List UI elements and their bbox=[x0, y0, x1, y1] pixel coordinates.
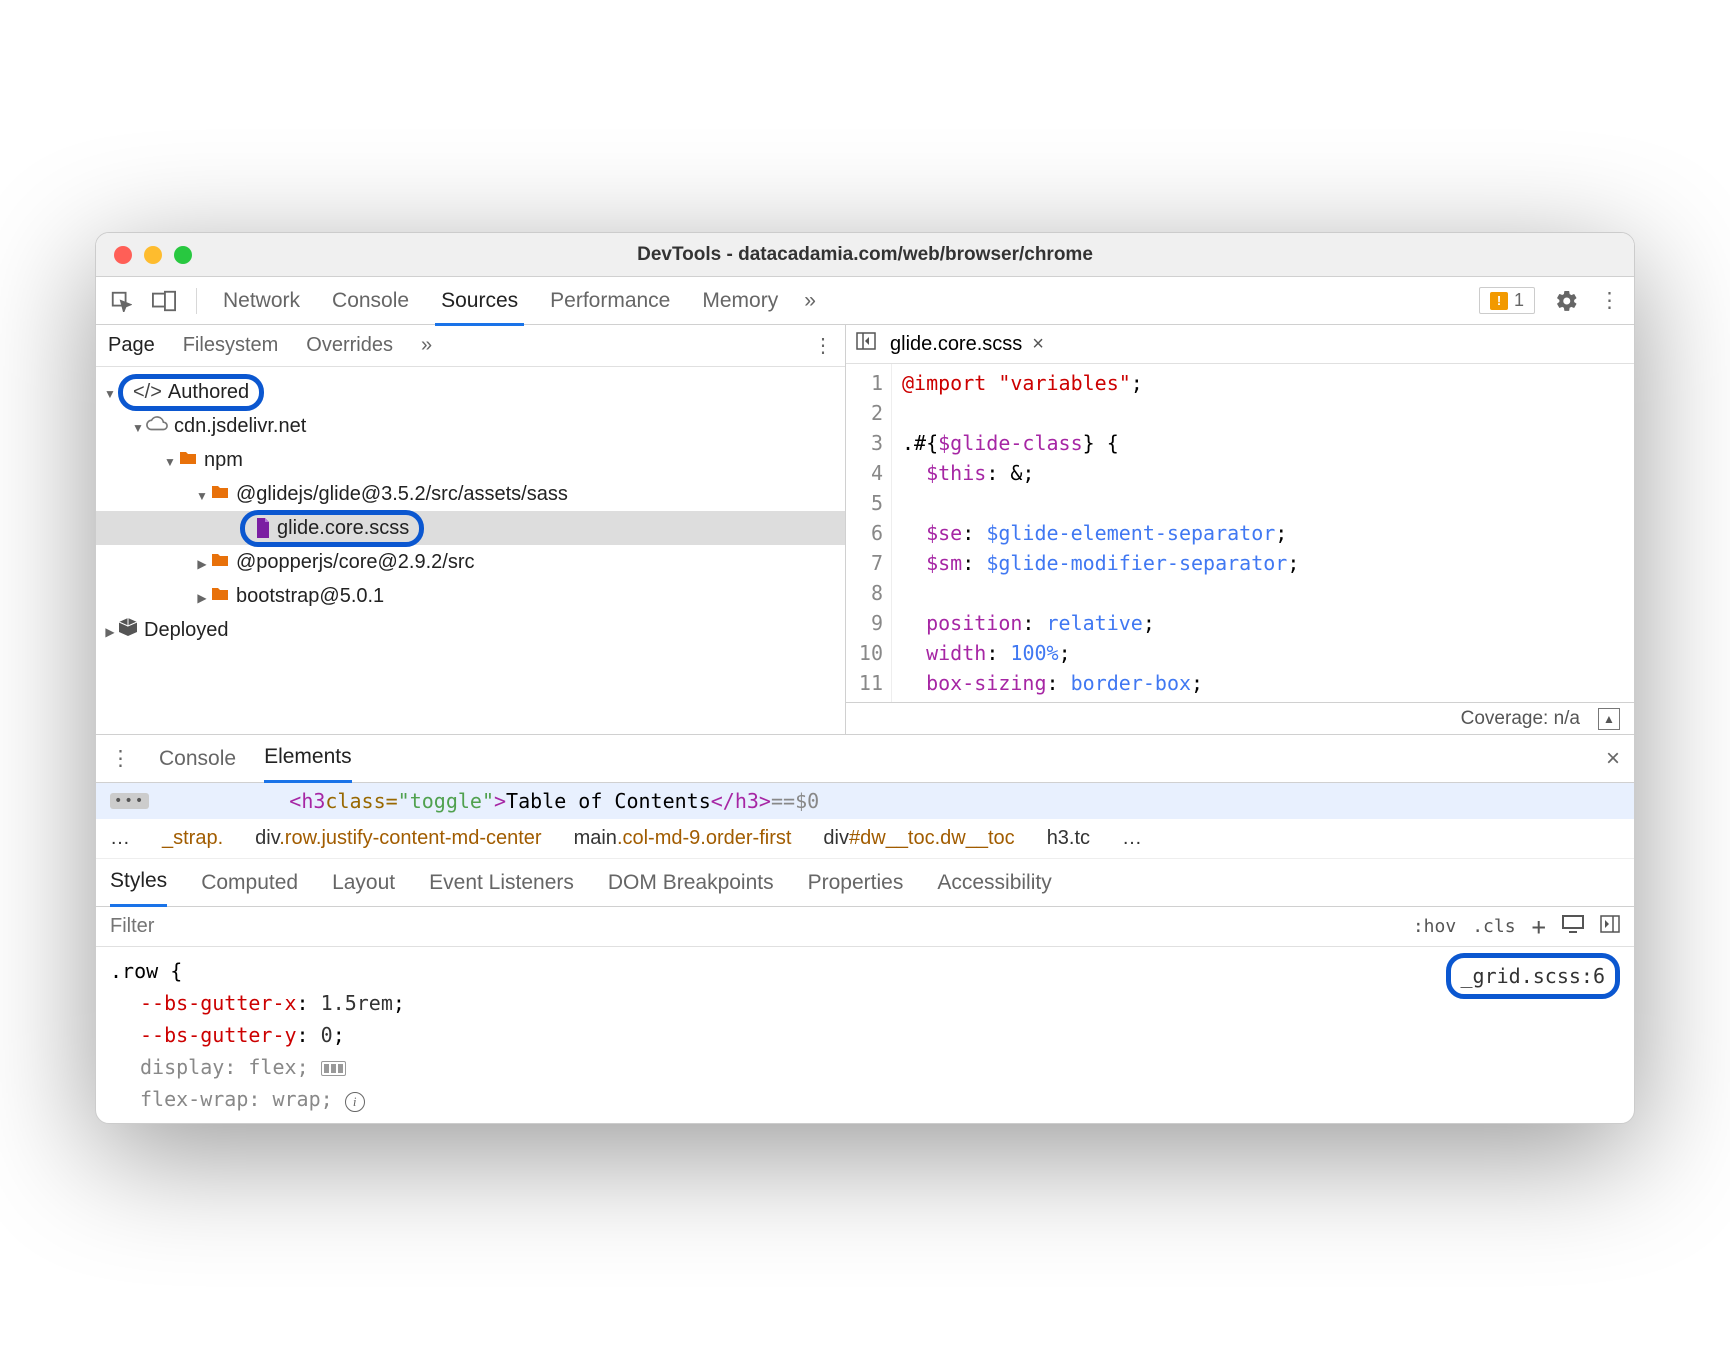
tree-bootstrap[interactable]: bootstrap@5.0.1 bbox=[96, 579, 845, 613]
tree-glide-path[interactable]: @glidejs/glide@3.5.2/src/assets/sass bbox=[96, 477, 845, 511]
styles-tab-properties[interactable]: Properties bbox=[808, 871, 904, 895]
crumb-strap[interactable]: _strap. bbox=[162, 827, 223, 850]
tab-performance[interactable]: Performance bbox=[544, 285, 676, 317]
crumb-toc[interactable]: div#dw__toc.dw__toc bbox=[823, 827, 1014, 850]
folder-icon bbox=[210, 585, 230, 608]
styles-tab-eventlisteners[interactable]: Event Listeners bbox=[429, 871, 574, 895]
line-gutter: 1234567891011 bbox=[846, 364, 892, 702]
style-rule[interactable]: _grid.scss:6 .row { --bs-gutter-x: 1.5re… bbox=[96, 947, 1634, 1123]
show-debugger-icon[interactable]: ▲ bbox=[1598, 708, 1620, 730]
cloud-icon bbox=[146, 415, 168, 438]
crumb-more-right[interactable]: … bbox=[1122, 827, 1142, 850]
styles-filter-input[interactable] bbox=[110, 915, 1397, 938]
tab-network[interactable]: Network bbox=[217, 285, 306, 317]
cls-toggle[interactable]: .cls bbox=[1472, 916, 1515, 937]
styles-tab-computed[interactable]: Computed bbox=[201, 871, 298, 895]
tree-npm[interactable]: npm bbox=[96, 443, 845, 477]
authored-label: Authored bbox=[168, 381, 249, 404]
crumb-more-left[interactable]: … bbox=[110, 827, 130, 850]
tree-glide-file[interactable]: glide.core.scss bbox=[96, 511, 845, 545]
dom-ellipsis-icon[interactable]: ••• bbox=[110, 793, 149, 809]
devtools-window: DevTools - datacadamia.com/web/browser/c… bbox=[95, 232, 1635, 1124]
coverage-bar: Coverage: n/a ▲ bbox=[846, 702, 1634, 734]
rule-selector: .row { bbox=[110, 955, 1620, 987]
folder-icon bbox=[210, 551, 230, 574]
drawer-tab-console[interactable]: Console bbox=[159, 747, 236, 771]
styles-tabs: Styles Computed Layout Event Listeners D… bbox=[96, 859, 1634, 907]
toggle-sidebar-icon[interactable] bbox=[1600, 915, 1620, 938]
close-tab-icon[interactable]: × bbox=[1032, 333, 1044, 356]
navigator-tabs: Page Filesystem Overrides » ⋮ bbox=[96, 325, 845, 367]
separator bbox=[196, 288, 197, 314]
subtab-page[interactable]: Page bbox=[108, 334, 155, 357]
styles-tab-dombreakpoints[interactable]: DOM Breakpoints bbox=[608, 871, 774, 895]
warning-icon: ! bbox=[1490, 292, 1508, 310]
warnings-badge[interactable]: ! 1 bbox=[1479, 287, 1535, 314]
more-tabs-icon[interactable]: » bbox=[804, 289, 816, 313]
chevron-right-icon bbox=[194, 585, 210, 608]
styles-tab-styles[interactable]: Styles bbox=[110, 869, 167, 907]
tree-host[interactable]: cdn.jsdelivr.net bbox=[96, 409, 845, 443]
editor-tabs: glide.core.scss × bbox=[846, 325, 1634, 364]
coverage-label: Coverage: n/a bbox=[1461, 708, 1580, 730]
chevron-down-icon bbox=[130, 415, 146, 438]
drawer-menu-icon[interactable]: ⋮ bbox=[110, 746, 131, 771]
breadcrumb: … _strap. div.row.justify-content-md-cen… bbox=[96, 819, 1634, 859]
chevron-down-icon bbox=[102, 381, 118, 404]
new-style-rule-icon[interactable]: + bbox=[1532, 913, 1546, 941]
close-drawer-icon[interactable]: × bbox=[1606, 745, 1620, 773]
sources-navigator: Page Filesystem Overrides » ⋮ </> Author… bbox=[96, 325, 846, 734]
flex-editor-icon[interactable] bbox=[321, 1061, 346, 1076]
crumb-row[interactable]: div.row.justify-content-md-center bbox=[255, 827, 541, 850]
subtab-overrides[interactable]: Overrides bbox=[306, 334, 393, 357]
drawer-tab-elements[interactable]: Elements bbox=[264, 745, 352, 783]
more-subtabs-icon[interactable]: » bbox=[421, 334, 432, 357]
drawer-tabs: ⋮ Console Elements × bbox=[96, 735, 1634, 783]
subtab-filesystem[interactable]: Filesystem bbox=[183, 334, 279, 357]
dom-selected-node[interactable]: ••• <h3 class="toggle">Table of Contents… bbox=[96, 783, 1634, 819]
settings-icon[interactable] bbox=[1555, 289, 1579, 313]
kebab-menu-icon[interactable]: ⋮ bbox=[1599, 288, 1620, 313]
source-editor: glide.core.scss × 1234567891011 @import … bbox=[846, 325, 1634, 734]
computed-styles-icon[interactable] bbox=[1562, 915, 1584, 938]
code-body[interactable]: @import "variables"; .#{$glide-class} { … bbox=[892, 364, 1309, 702]
tree-popper[interactable]: @popperjs/core@2.9.2/src bbox=[96, 545, 845, 579]
tree-deployed[interactable]: Deployed bbox=[96, 613, 845, 647]
tab-sources[interactable]: Sources bbox=[435, 285, 524, 326]
folder-icon bbox=[210, 483, 230, 506]
inspect-icon[interactable] bbox=[110, 290, 132, 312]
styles-tab-accessibility[interactable]: Accessibility bbox=[937, 871, 1051, 895]
navigator-menu-icon[interactable]: ⋮ bbox=[813, 333, 833, 358]
crumb-main[interactable]: main.col-md-9.order-first bbox=[574, 827, 792, 850]
rule-source-link[interactable]: _grid.scss:6 bbox=[1446, 953, 1621, 999]
editor-tab-glide[interactable]: glide.core.scss × bbox=[890, 333, 1044, 356]
chevron-down-icon bbox=[194, 483, 210, 506]
device-toggle-icon[interactable] bbox=[152, 290, 176, 312]
toggle-navigator-icon[interactable] bbox=[856, 332, 876, 356]
tree-authored[interactable]: </> Authored bbox=[96, 375, 845, 409]
titlebar: DevTools - datacadamia.com/web/browser/c… bbox=[96, 233, 1634, 277]
info-icon[interactable]: i bbox=[345, 1092, 365, 1112]
file-icon bbox=[255, 518, 271, 538]
folder-icon bbox=[178, 449, 198, 472]
styles-filter-bar: :hov .cls + bbox=[96, 907, 1634, 947]
styles-tab-layout[interactable]: Layout bbox=[332, 871, 395, 895]
chevron-right-icon bbox=[194, 551, 210, 574]
tab-memory[interactable]: Memory bbox=[696, 285, 784, 317]
file-tree: </> Authored cdn.jsdelivr.net bbox=[96, 367, 845, 655]
chevron-down-icon bbox=[162, 449, 178, 472]
crumb-h3[interactable]: h3.tc bbox=[1047, 827, 1090, 850]
chevron-right-icon bbox=[102, 619, 118, 642]
main-toolbar: Network Console Sources Performance Memo… bbox=[96, 277, 1634, 325]
tab-console[interactable]: Console bbox=[326, 285, 415, 317]
code-icon: </> bbox=[133, 381, 162, 404]
box-icon bbox=[118, 617, 138, 643]
hov-toggle[interactable]: :hov bbox=[1413, 916, 1456, 937]
window-title: DevTools - datacadamia.com/web/browser/c… bbox=[96, 244, 1634, 266]
warning-count: 1 bbox=[1514, 290, 1524, 311]
